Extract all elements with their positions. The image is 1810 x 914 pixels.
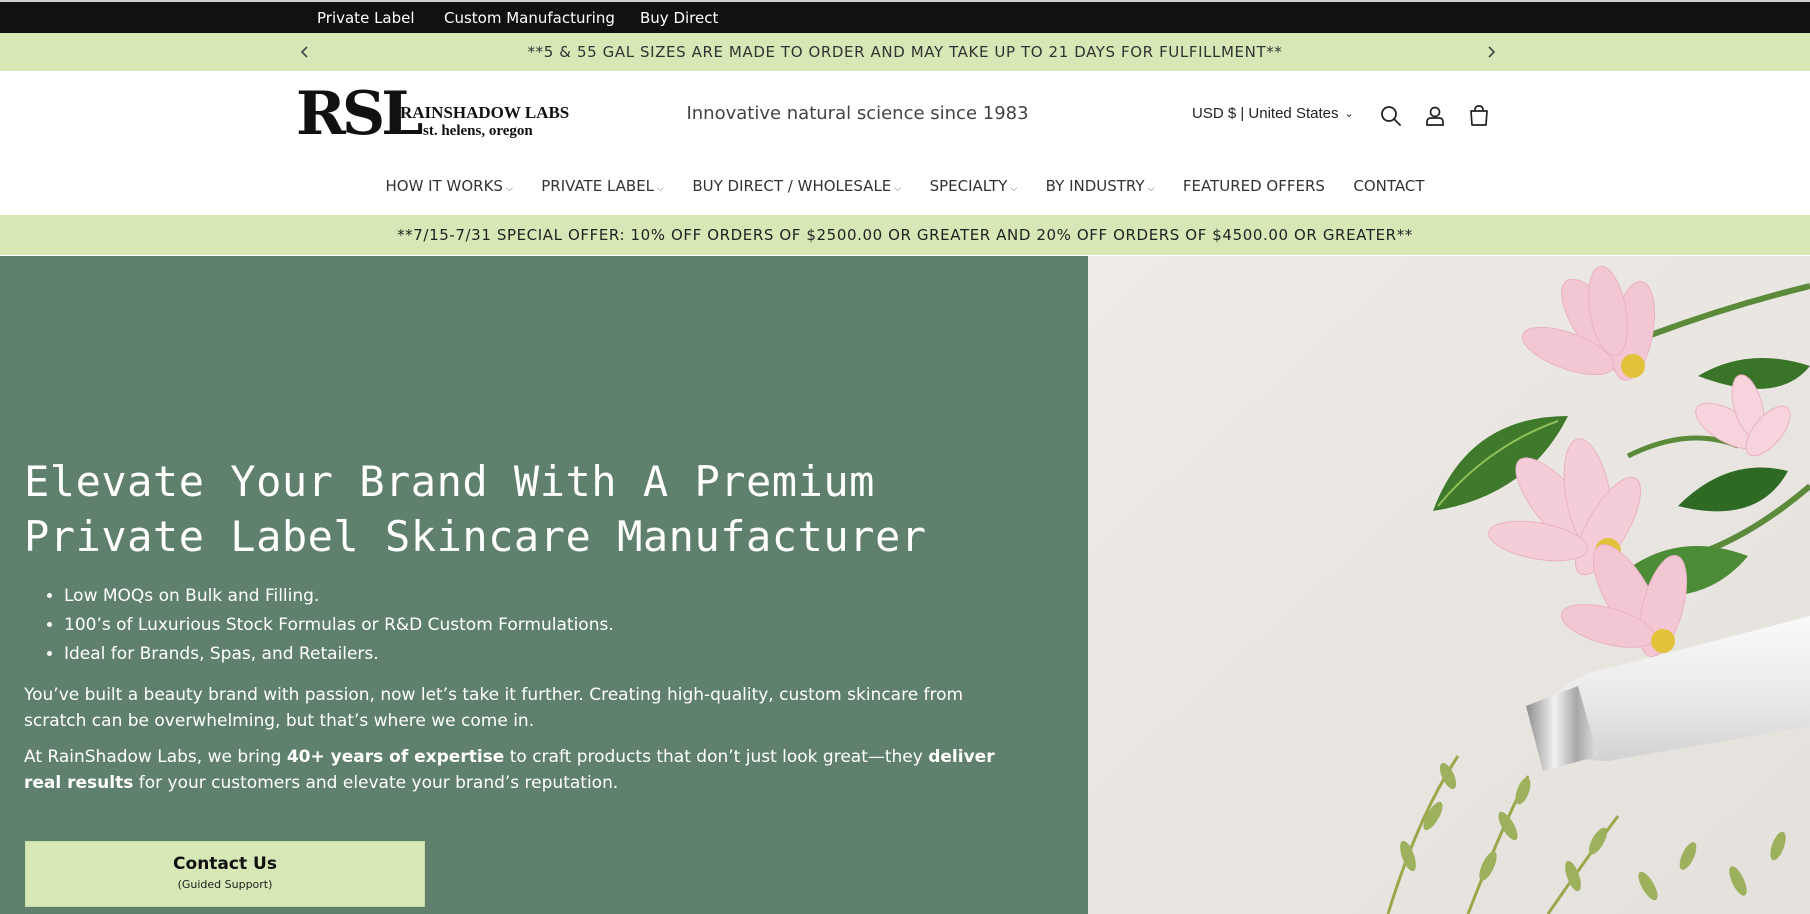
main-navigation: HOW IT WORKS ⌵ PRIVATE LABEL ⌵ BUY DIRECT … bbox=[0, 177, 1810, 201]
utility-link-private-label[interactable]: Private Label bbox=[317, 9, 415, 27]
utility-link-buy-direct[interactable]: Buy Direct bbox=[640, 9, 718, 27]
nav-contact[interactable]: CONTACT bbox=[1353, 177, 1424, 195]
nav-label: CONTACT bbox=[1353, 177, 1425, 195]
nav-how-it-works[interactable]: HOW IT WORKS ⌵ bbox=[386, 177, 513, 195]
nav-specialty[interactable]: SPECIALTY ⌵ bbox=[930, 177, 1018, 195]
chevron-right-icon bbox=[1488, 46, 1496, 58]
hero-paragraph-intro: You’ve built a beauty brand with passion… bbox=[24, 685, 964, 731]
currency-label: USD $ | United States bbox=[1192, 105, 1339, 122]
search-button[interactable] bbox=[1378, 103, 1404, 129]
hero-paragraph-expertise: At RainShadow Labs, we bring 40+ years o… bbox=[24, 744, 1014, 796]
nav-label: SPECIALTY bbox=[929, 177, 1008, 195]
logo-location: st. helens, oregon bbox=[423, 123, 533, 139]
site-header: RSL RAINSHADOW LABS st. helens, oregon I… bbox=[0, 71, 1810, 215]
nav-label: HOW IT WORKS bbox=[385, 177, 503, 195]
nav-featured-offers[interactable]: FEATURED OFFERS bbox=[1183, 177, 1325, 195]
contact-us-sublabel: (Guided Support) bbox=[177, 878, 273, 891]
utility-nav-bar: Private Label Custom Manufacturing Buy D… bbox=[0, 0, 1810, 33]
search-icon bbox=[1381, 106, 1401, 126]
announcement-next-button[interactable] bbox=[1481, 42, 1501, 62]
list-item: Ideal for Brands, Spas, and Retailers. bbox=[64, 644, 614, 673]
nav-buy-direct-wholesale[interactable]: BUY DIRECT / WHOLESALE ⌵ bbox=[692, 177, 901, 195]
nav-label: BY INDUSTRY bbox=[1045, 177, 1145, 195]
announcement-text: **5 & 55 GAL SIZES ARE MADE TO ORDER AND… bbox=[527, 43, 1283, 61]
account-button[interactable] bbox=[1422, 103, 1448, 129]
nav-label: PRIVATE LABEL bbox=[541, 177, 655, 195]
nav-private-label[interactable]: PRIVATE LABEL ⌵ bbox=[541, 177, 664, 195]
currency-selector[interactable]: USD $ | United States ⌄ bbox=[1192, 105, 1354, 122]
chevron-down-icon: ⌵ bbox=[657, 184, 664, 194]
nav-label: BUY DIRECT / WHOLESALE bbox=[692, 177, 892, 195]
hero-image bbox=[1088, 256, 1810, 914]
chevron-down-icon: ⌄ bbox=[1344, 108, 1354, 120]
account-icon bbox=[1426, 106, 1444, 126]
chevron-down-icon: ⌵ bbox=[1147, 184, 1155, 194]
nav-by-industry[interactable]: BY INDUSTRY ⌵ bbox=[1046, 177, 1155, 195]
paragraph-emphasis: 40+ years of expertise bbox=[286, 747, 505, 767]
paragraph-text: to craft products that don’t just look g… bbox=[504, 747, 929, 767]
paragraph-text: for your customers and elevate your bran… bbox=[133, 773, 619, 793]
chevron-down-icon: ⌵ bbox=[505, 184, 513, 194]
utility-link-custom-manufacturing[interactable]: Custom Manufacturing bbox=[444, 9, 615, 27]
header-tagline: Innovative natural science since 1983 bbox=[686, 103, 1029, 124]
contact-us-label: Contact Us bbox=[173, 854, 277, 874]
hero-title: Elevate Your Brand With A Premium Privat… bbox=[24, 457, 927, 561]
flowers-illustration bbox=[1088, 256, 1810, 914]
announcement-bar: **5 & 55 GAL SIZES ARE MADE TO ORDER AND… bbox=[0, 33, 1810, 71]
chevron-down-icon: ⌵ bbox=[1010, 184, 1018, 194]
cart-icon bbox=[1470, 105, 1488, 126]
paragraph-text: At RainShadow Labs, we bring bbox=[24, 747, 287, 767]
list-item: 100’s of Luxurious Stock Formulas or R&D… bbox=[64, 615, 614, 644]
list-item: Low MOQs on Bulk and Filling. bbox=[64, 586, 614, 615]
nav-label: FEATURED OFFERS bbox=[1182, 177, 1325, 195]
hero-section: Elevate Your Brand With A Premium Privat… bbox=[0, 256, 1088, 914]
logo-name: RAINSHADOW LABS bbox=[400, 103, 570, 122]
cart-button[interactable] bbox=[1466, 103, 1492, 129]
site-logo[interactable]: RSL RAINSHADOW LABS st. helens, oregon bbox=[296, 79, 569, 149]
special-offer-bar: **7/15-7/31 SPECIAL OFFER: 10% OFF ORDER… bbox=[0, 215, 1810, 255]
contact-us-button[interactable]: Contact Us (Guided Support) bbox=[25, 841, 425, 907]
chevron-down-icon: ⌵ bbox=[894, 184, 902, 194]
special-offer-text: **7/15-7/31 SPECIAL OFFER: 10% OFF ORDER… bbox=[397, 226, 1413, 244]
hero-benefit-list: Low MOQs on Bulk and Filling. 100’s of L… bbox=[64, 586, 614, 673]
